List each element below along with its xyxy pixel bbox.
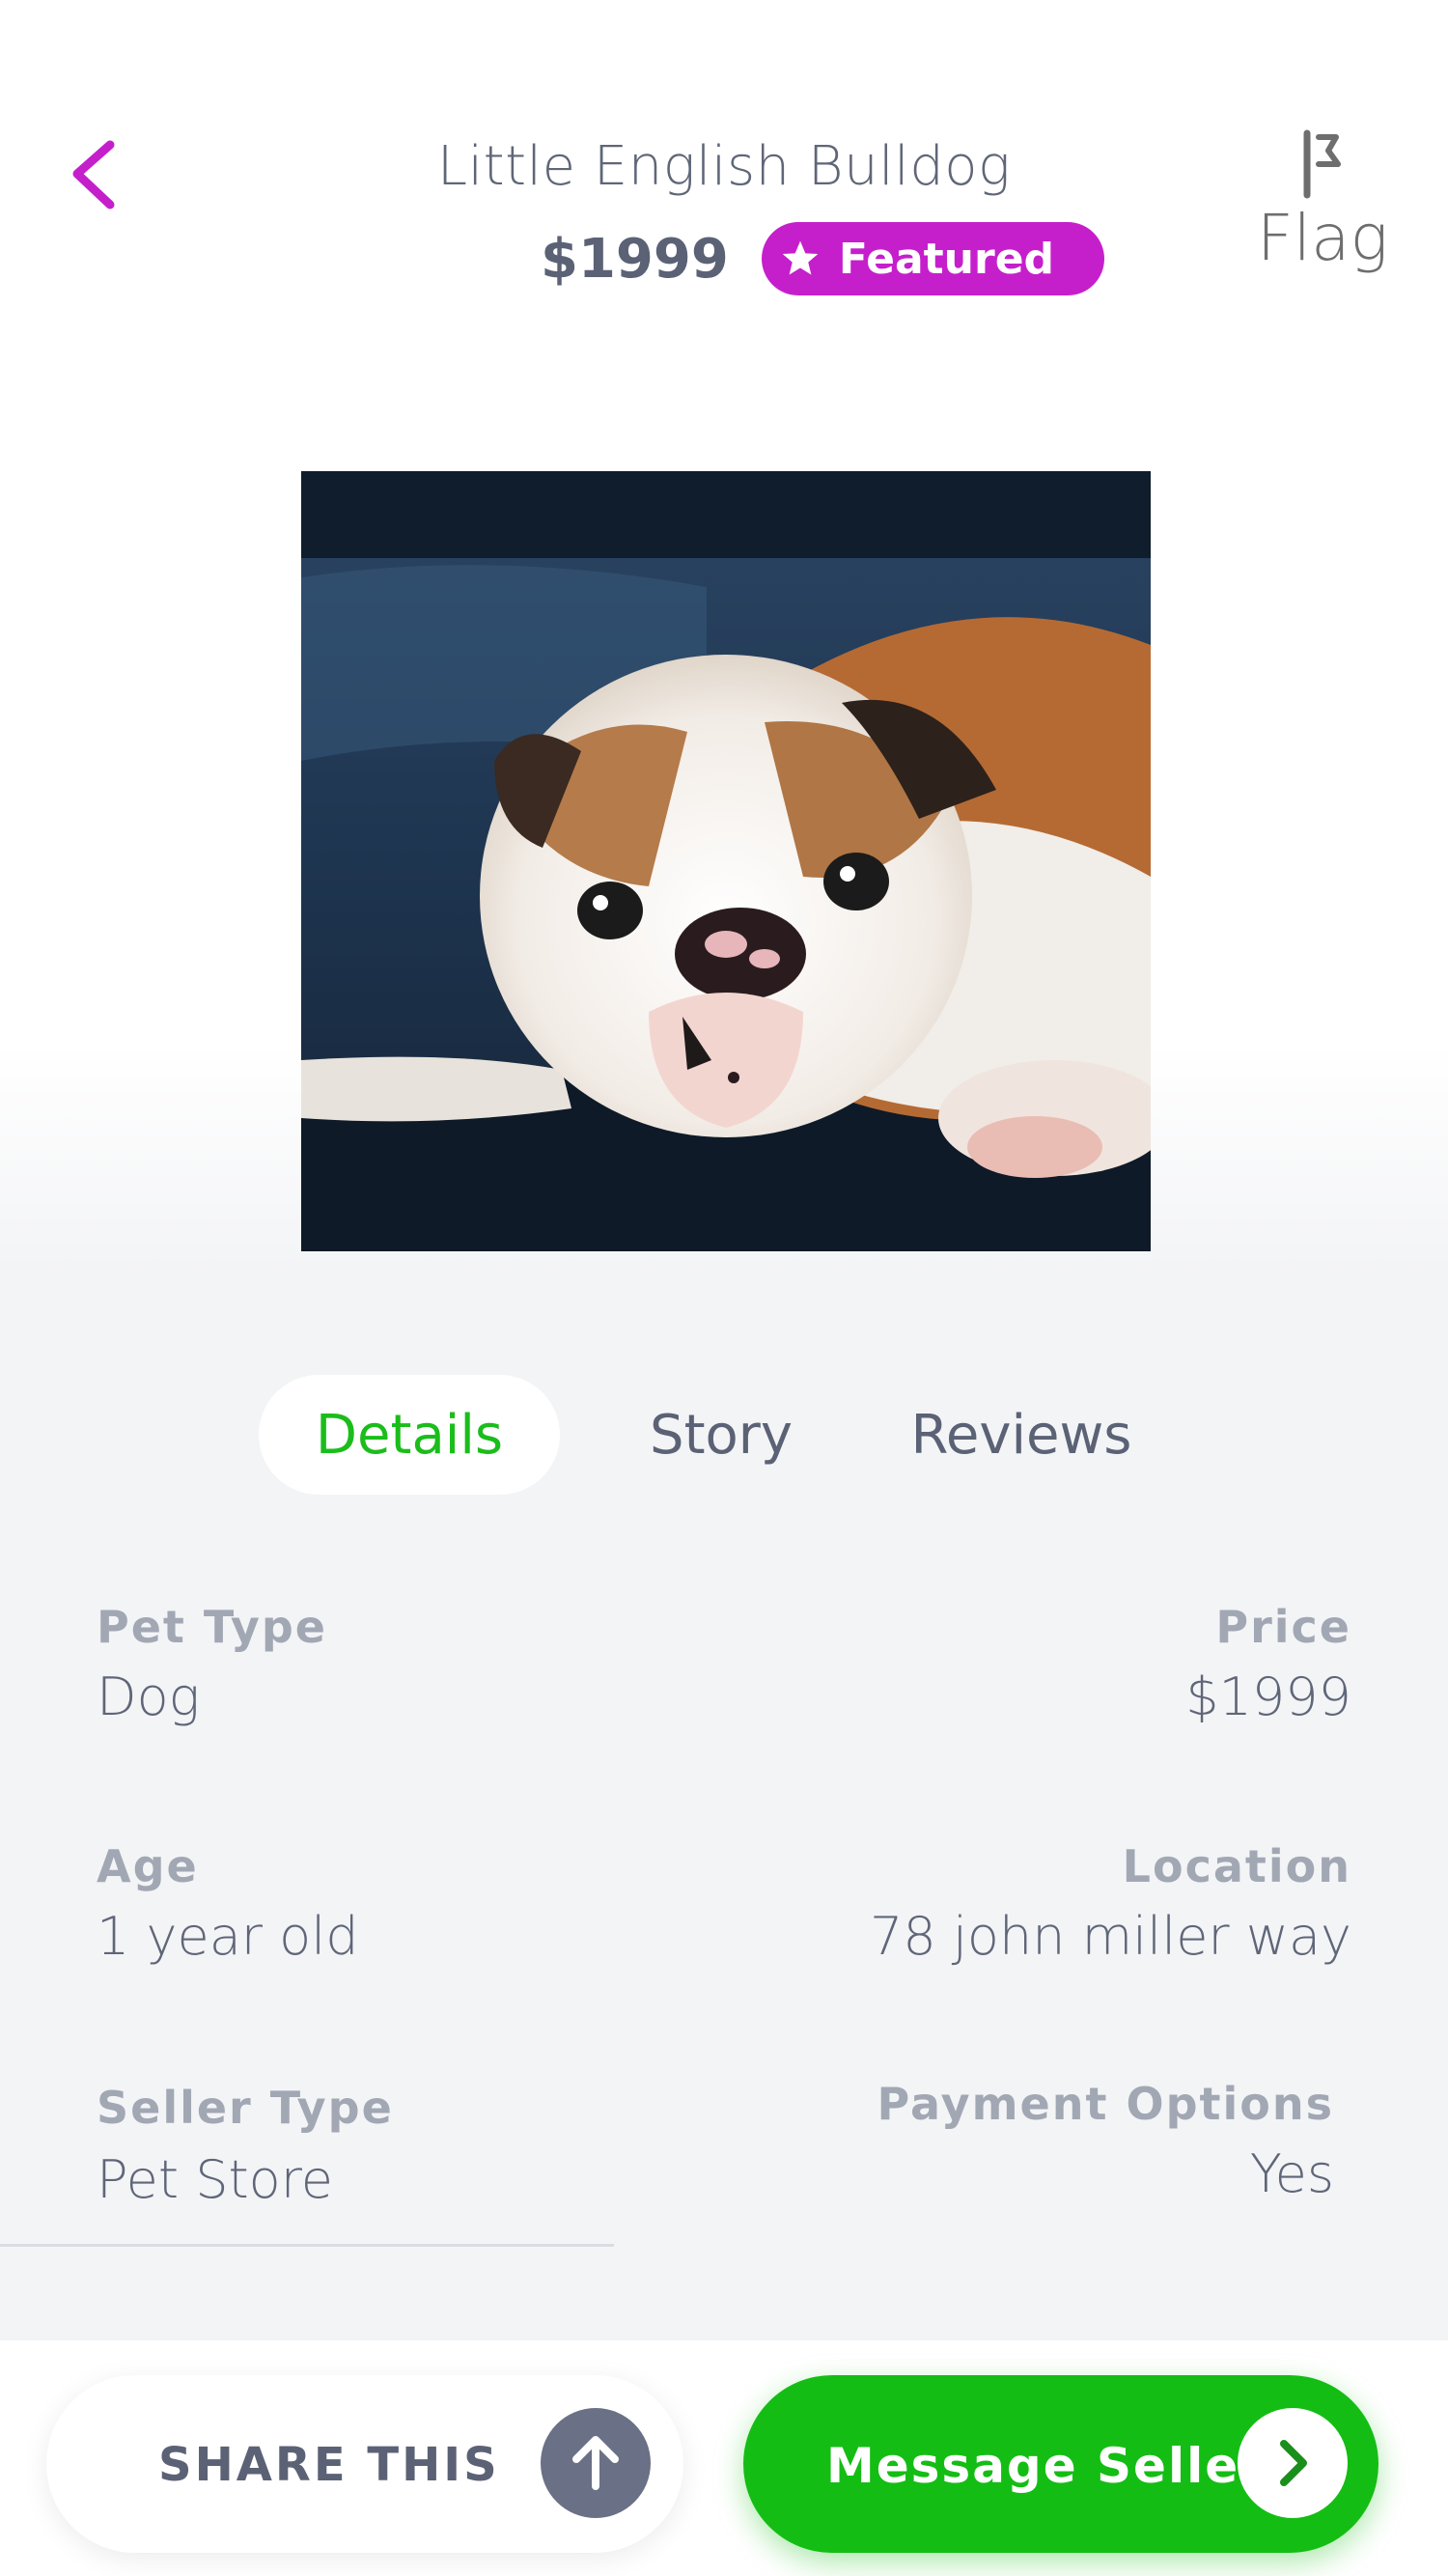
pet-type-value: Dog (97, 1666, 201, 1727)
share-icon-circle[interactable] (541, 2408, 651, 2518)
tab-story[interactable]: Story (620, 1375, 822, 1495)
message-seller-label: Message Seller (826, 2438, 1266, 2494)
share-label: SHARE THIS (158, 2438, 500, 2492)
listing-price: $1999 (541, 227, 729, 291)
flag-icon (1303, 129, 1341, 199)
flag-label: Flag (1256, 201, 1389, 275)
payment-options-value: Yes (1249, 2143, 1334, 2204)
age-value: 1 year old (97, 1906, 359, 1967)
payment-options-label: Payment Options (877, 2078, 1334, 2130)
seller-type-value: Pet Store (97, 2149, 333, 2210)
featured-badge-label: Featured (838, 234, 1055, 284)
age-label: Age (97, 1840, 199, 1892)
pet-type-label: Pet Type (97, 1601, 327, 1653)
flag-button[interactable]: Flag (1236, 127, 1409, 301)
featured-badge: Featured (761, 222, 1105, 295)
tab-details[interactable]: Details (259, 1375, 560, 1495)
message-arrow-circle[interactable] (1238, 2408, 1348, 2518)
chevron-right-icon (1280, 2440, 1307, 2486)
tab-reviews[interactable]: Reviews (896, 1375, 1147, 1495)
price-value: $1999 (1185, 1666, 1351, 1727)
tab-bar: Details Story Reviews (259, 1375, 1147, 1495)
star-icon (782, 240, 819, 275)
price-row: $1999 Featured (541, 220, 1105, 297)
bulldog-image (301, 471, 1151, 1251)
page-title: Little English Bulldog (436, 135, 1012, 198)
divider (0, 2244, 614, 2247)
location-value: 78 john miller way (870, 1906, 1351, 1967)
seller-type-label: Seller Type (97, 2082, 394, 2134)
arrow-up-icon (572, 2436, 619, 2490)
price-label: Price (1215, 1601, 1351, 1653)
pet-photo (301, 471, 1151, 1251)
location-label: Location (1122, 1840, 1351, 1892)
